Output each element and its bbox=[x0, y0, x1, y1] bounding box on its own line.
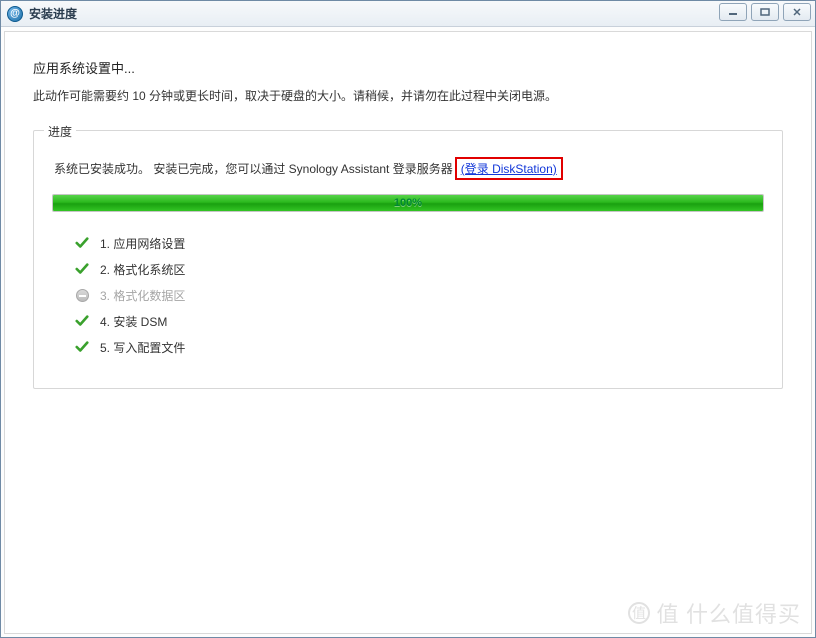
progress-fieldset: 进度 系统已安装成功。 安装已完成，您可以通过 Synology Assista… bbox=[33, 130, 783, 389]
skip-icon bbox=[74, 287, 90, 303]
check-icon bbox=[74, 261, 90, 277]
minimize-icon bbox=[728, 8, 738, 16]
progress-label: 100% bbox=[53, 195, 763, 211]
content-area: 应用系统设置中... 此动作可能需要约 10 分钟或更长时间，取决于硬盘的大小。… bbox=[4, 31, 812, 634]
steps-list: 1. 应用网络设置 2. 格式化系统区 3. 格式化数据区 4. 安装 DSM 5. 写… bbox=[74, 230, 766, 360]
status-text: 系统已安装成功。 安装已完成，您可以通过 Synology Assistant … bbox=[54, 160, 453, 177]
fieldset-legend: 进度 bbox=[44, 123, 76, 140]
maximize-button[interactable] bbox=[751, 3, 779, 21]
close-icon bbox=[792, 8, 802, 16]
heading: 应用系统设置中... bbox=[33, 58, 783, 77]
progress-bar: 100% bbox=[52, 194, 764, 212]
check-icon bbox=[74, 235, 90, 251]
login-diskstation-link[interactable]: (登录 DiskStation) bbox=[455, 157, 563, 180]
minimize-button[interactable] bbox=[719, 3, 747, 21]
check-icon bbox=[74, 313, 90, 329]
subtext: 此动作可能需要约 10 分钟或更长时间，取决于硬盘的大小。请稍候，并请勿在此过程… bbox=[33, 87, 783, 104]
maximize-icon bbox=[760, 8, 770, 16]
step-row: 2. 格式化系统区 bbox=[74, 256, 766, 282]
app-icon: @ bbox=[7, 6, 23, 22]
installer-window: @ 安装进度 应用系统设置中... 此动作可能需要约 10 分钟或更长时间，取决… bbox=[0, 0, 816, 638]
step-label: 1. 应用网络设置 bbox=[100, 235, 185, 252]
status-line: 系统已安装成功。 安装已完成，您可以通过 Synology Assistant … bbox=[54, 157, 762, 180]
titlebar: @ 安装进度 bbox=[1, 1, 815, 27]
check-icon bbox=[74, 339, 90, 355]
step-label: 5. 写入配置文件 bbox=[100, 339, 185, 356]
step-label: 4. 安装 DSM bbox=[100, 313, 167, 330]
window-title: 安装进度 bbox=[29, 5, 77, 22]
close-button[interactable] bbox=[783, 3, 811, 21]
step-label: 3. 格式化数据区 bbox=[100, 287, 185, 304]
step-row: 1. 应用网络设置 bbox=[74, 230, 766, 256]
window-controls bbox=[715, 3, 811, 21]
step-row: 4. 安装 DSM bbox=[74, 308, 766, 334]
step-row: 5. 写入配置文件 bbox=[74, 334, 766, 360]
step-label: 2. 格式化系统区 bbox=[100, 261, 185, 278]
step-row: 3. 格式化数据区 bbox=[74, 282, 766, 308]
